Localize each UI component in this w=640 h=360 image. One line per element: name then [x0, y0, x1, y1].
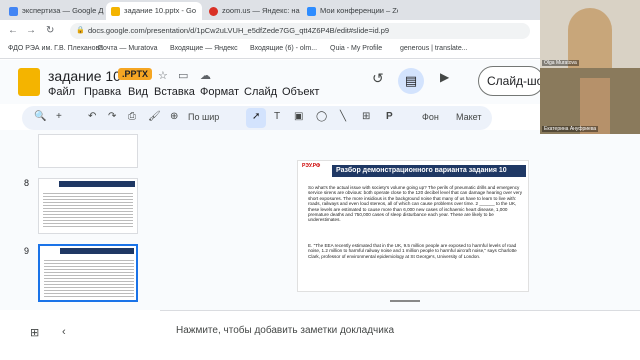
- bookmark-item[interactable]: Входящие (6) - olm...: [250, 45, 317, 52]
- lock-icon: 🔒: [76, 27, 85, 34]
- video-tile: Olga Muratova: [540, 0, 640, 68]
- resize-handle[interactable]: [390, 300, 420, 302]
- layout-button[interactable]: Макет: [456, 112, 481, 122]
- zoom-icon[interactable]: ⊕: [170, 111, 178, 122]
- background-button[interactable]: Фон: [422, 112, 439, 122]
- video-tile: Екатерина Ануфриева: [540, 68, 640, 134]
- slide[interactable]: РЭУ.РФ Разбор демонстрационного варианта…: [297, 160, 529, 292]
- slide-number: 8: [24, 178, 30, 188]
- grid-view-icon[interactable]: ⊞: [30, 326, 39, 339]
- browser-tab-active[interactable]: задание 10.pptx - Go: [106, 2, 202, 20]
- slideshow-button[interactable]: Слайд-шоу: [478, 66, 544, 96]
- zoom-favicon-icon: [307, 7, 316, 16]
- collapse-panel-icon[interactable]: ‹: [62, 326, 66, 338]
- bookmark-item[interactable]: generous | translate...: [400, 45, 468, 52]
- slides-favicon-icon: [111, 7, 120, 16]
- menu-insert[interactable]: Вставка: [154, 86, 195, 98]
- participant-name: Olga Muratova: [542, 60, 579, 66]
- university-logo: РЭУ.РФ: [302, 163, 321, 169]
- print-icon[interactable]: ⎙: [128, 111, 136, 122]
- bookmark-item[interactable]: Входящие — Яндекс: [170, 45, 238, 52]
- thumb-text: [44, 258, 134, 298]
- slide-thumbnail[interactable]: [38, 134, 138, 168]
- comments-button[interactable]: ▤: [398, 68, 424, 94]
- bookmarks-bar: ФДО РЭА им. Г.В. Плеханова Почта — Murat…: [0, 42, 540, 59]
- history-icon[interactable]: ↺: [372, 70, 384, 87]
- thumb-header: [60, 248, 134, 254]
- yandex-favicon-icon: [209, 7, 218, 16]
- move-folder-icon[interactable]: ▭: [178, 69, 188, 82]
- slide-thumbnail-selected[interactable]: [38, 244, 138, 302]
- comment-icon: ▤: [404, 73, 418, 88]
- menu-format[interactable]: Формат: [200, 86, 239, 98]
- undo-icon[interactable]: ↶: [88, 111, 96, 122]
- menu-view[interactable]: Вид: [128, 86, 148, 98]
- image-icon[interactable]: ▣: [294, 111, 303, 122]
- meet-icon[interactable]: ▶: [440, 70, 449, 84]
- thumb-text: [43, 191, 133, 229]
- document-title[interactable]: задание 10: [48, 68, 121, 84]
- bookmark-item[interactable]: Почта — Muratova: [98, 45, 158, 52]
- menu-edit[interactable]: Правка: [84, 86, 121, 98]
- slide-thumbnail[interactable]: [38, 178, 138, 234]
- slide-header: Разбор демонстрационного варианта задани…: [332, 165, 526, 177]
- slide-filmstrip: 8 9: [0, 130, 160, 310]
- slide-number: 9: [24, 246, 30, 256]
- docs-favicon-icon: [9, 7, 18, 16]
- paint-format-icon[interactable]: 🖌: [148, 111, 161, 122]
- text-box-icon[interactable]: T: [274, 111, 280, 122]
- new-slide-icon[interactable]: +: [56, 111, 62, 122]
- slide-paragraph: So what's the actual issue with society'…: [308, 185, 522, 223]
- star-icon[interactable]: ☆: [158, 69, 168, 82]
- notes-placeholder: Нажмите, чтобы добавить заметки докладчи…: [176, 325, 395, 336]
- speaker-notes[interactable]: Нажмите, чтобы добавить заметки докладчи…: [160, 310, 640, 360]
- select-tool[interactable]: ➚: [246, 108, 266, 128]
- menu-slide[interactable]: Слайд: [244, 86, 277, 98]
- line-icon[interactable]: ╲: [340, 111, 346, 122]
- cloud-status-icon: ☁: [200, 70, 211, 82]
- comment-add-icon[interactable]: ⊞: [362, 111, 370, 122]
- pptx-badge: .PPTX: [118, 68, 153, 80]
- forward-icon[interactable]: →: [26, 25, 36, 36]
- address-bar: ← → ↻ 🔒 docs.google.com/presentation/d/1…: [0, 20, 540, 42]
- menu-object[interactable]: Объект: [282, 86, 319, 98]
- redo-icon[interactable]: ↷: [108, 111, 116, 122]
- url-input[interactable]: 🔒 docs.google.com/presentation/d/1pCw2uL…: [70, 23, 530, 39]
- editing-toolbar: 🔍 + ↶ ↷ ⎙ 🖌 ⊕ По шир ➚ T ▣ ◯ ╲ ⊞ P Фон М…: [22, 106, 492, 130]
- browser-tab-bar: экспертиза — Google Д задание 10.pptx - …: [0, 0, 540, 20]
- menu-file[interactable]: Файл: [48, 86, 75, 98]
- participant-video: [568, 8, 612, 68]
- shape-icon[interactable]: ◯: [316, 111, 327, 122]
- reload-icon[interactable]: ↻: [46, 25, 54, 36]
- pen-tool-icon[interactable]: P: [386, 111, 393, 122]
- search-menus-icon[interactable]: 🔍: [34, 111, 46, 122]
- cursor-icon: ➚: [252, 111, 261, 122]
- back-icon[interactable]: ←: [8, 25, 18, 36]
- zoom-fit-select[interactable]: По шир: [188, 112, 219, 122]
- browser-tab[interactable]: экспертиза — Google Д: [4, 2, 104, 20]
- slides-logo-icon[interactable]: [18, 68, 40, 96]
- participant-name: Екатерина Ануфриева: [542, 126, 599, 132]
- slide-paragraph: E. "The EEA recently estimated that in t…: [308, 243, 517, 259]
- browser-tab[interactable]: Мои конференции – Zoo: [302, 2, 398, 20]
- bookmark-item[interactable]: Quia - My Profile: [330, 45, 382, 52]
- thumb-header: [59, 181, 135, 187]
- bookmark-item[interactable]: ФДО РЭА им. Г.В. Плеханова: [8, 45, 103, 52]
- browser-tab[interactable]: zoom.us — Яндекс: наш: [204, 2, 300, 20]
